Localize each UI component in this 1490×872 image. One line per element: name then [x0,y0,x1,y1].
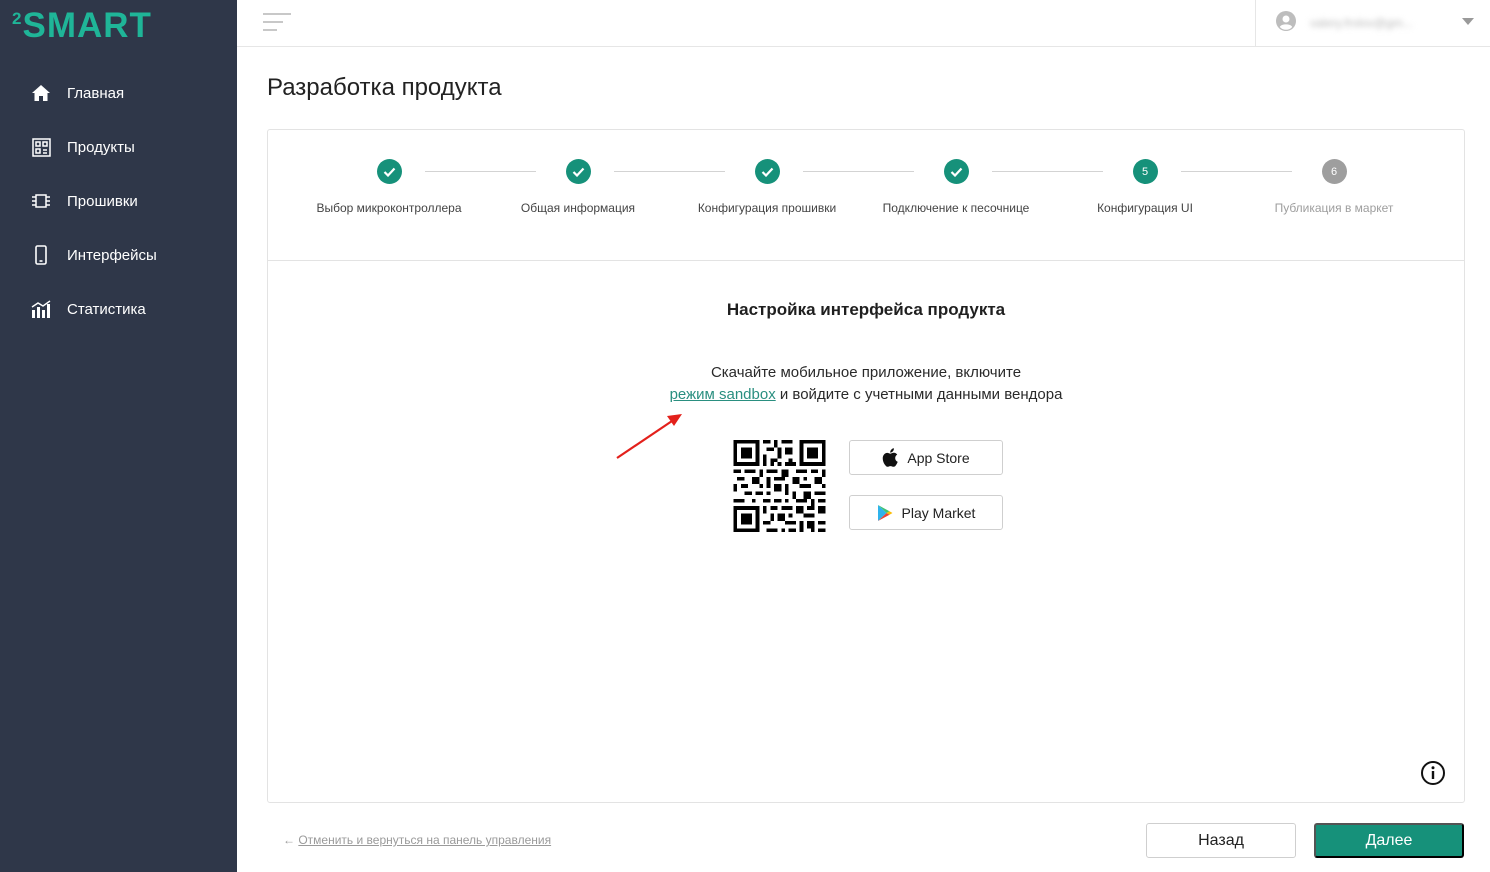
check-icon [565,159,591,184]
play-market-button[interactable]: Play Market [849,495,1003,530]
instructions-line-2: режим sandbox и войдите с учетными данны… [268,384,1464,406]
annotation-arrow-icon [616,414,682,459]
section-title: Настройка интерфейса продукта [726,300,1006,319]
sidebar-item-products[interactable]: Продукты [0,120,237,174]
check-icon [376,159,402,184]
arrow-left-icon: ← [283,833,295,847]
sidebar-item-label: Статистика [67,300,146,318]
step-2: Общая информация [498,159,658,217]
user-menu[interactable]: valery.frolov@gm... [1255,0,1490,46]
step-label: Конфигурация прошивки [697,201,837,215]
home-icon [30,82,52,104]
chart-icon [30,298,52,320]
chevron-down-icon [1462,18,1474,25]
step-3: Конфигурация прошивки [687,159,847,217]
step-6: 6 Публикация в маркет [1254,159,1414,217]
sidebar-item-label: Продукты [67,138,135,156]
sidebar-item-statistics[interactable]: Статистика [0,282,237,336]
step-label: Публикация в маркет [1274,201,1394,215]
qr-code [733,440,826,532]
brand-logo-word: SMART [22,6,152,45]
step-label: Подключение к песочнице [882,201,1030,215]
sidebar-item-interfaces[interactable]: Интерфейсы [0,228,237,282]
phone-icon [30,244,52,266]
cancel-link-label: Отменить и вернуться на панель управлени… [298,833,552,847]
sidebar-item-label: Интерфейсы [67,246,157,264]
cancel-link[interactable]: ← Отменить и вернуться на панель управле… [283,833,551,847]
chip-icon [30,190,52,212]
step-1: Выбор микроконтроллера [309,159,469,217]
instructions-text: Скачайте мобильное приложение, включите … [268,362,1464,406]
instructions-line-2-rest: и войдите с учетными данными вендора [775,386,1063,403]
back-button[interactable]: Назад [1146,823,1296,858]
app-store-button[interactable]: App Store [849,440,1003,475]
step-number: 5 [1132,159,1158,184]
check-icon [943,159,969,184]
step-label: Выбор микроконтроллера [316,201,462,215]
play-market-label: Play Market [901,504,976,521]
sidebar-item-home[interactable]: Главная [0,66,237,120]
products-icon [30,136,52,158]
sidebar-item-label: Прошивки [67,192,138,210]
brand-logo[interactable]: 2 SMART [12,8,152,44]
sandbox-mode-link[interactable]: режим sandbox [670,386,776,403]
apple-icon [882,448,899,467]
sidebar-nav: Главная Продукты Прошивки Интерфейсы Ста… [0,66,237,336]
menu-toggle-icon[interactable] [263,13,291,33]
page-title: Разработка продукта [267,74,502,101]
stepper: Выбор микроконтроллера Общая информация … [268,130,1464,261]
next-button[interactable]: Далее [1314,823,1464,858]
app-store-label: App Store [907,449,970,466]
step-5: 5 Конфигурация UI [1065,159,1225,217]
top-header: valery.frolov@gm... [237,0,1490,47]
sidebar: 2 SMART Главная Продукты Прошивки Интерф… [0,0,237,872]
info-icon[interactable] [1420,760,1446,786]
step-label: Конфигурация UI [1097,201,1193,215]
wizard-card: Выбор микроконтроллера Общая информация … [267,129,1465,803]
step-4: Подключение к песочнице [876,159,1036,217]
user-email: valery.frolov@gm... [1310,16,1413,30]
sidebar-item-label: Главная [67,84,125,102]
brand-logo-superscript: 2 [12,9,22,28]
sidebar-item-firmware[interactable]: Прошивки [0,174,237,228]
step-label: Общая информация [520,201,636,215]
check-icon [754,159,780,184]
google-play-icon [877,504,893,522]
instructions-line-1: Скачайте мобильное приложение, включите [710,364,1022,381]
user-avatar-icon [1276,10,1296,36]
step-number: 6 [1321,159,1347,184]
